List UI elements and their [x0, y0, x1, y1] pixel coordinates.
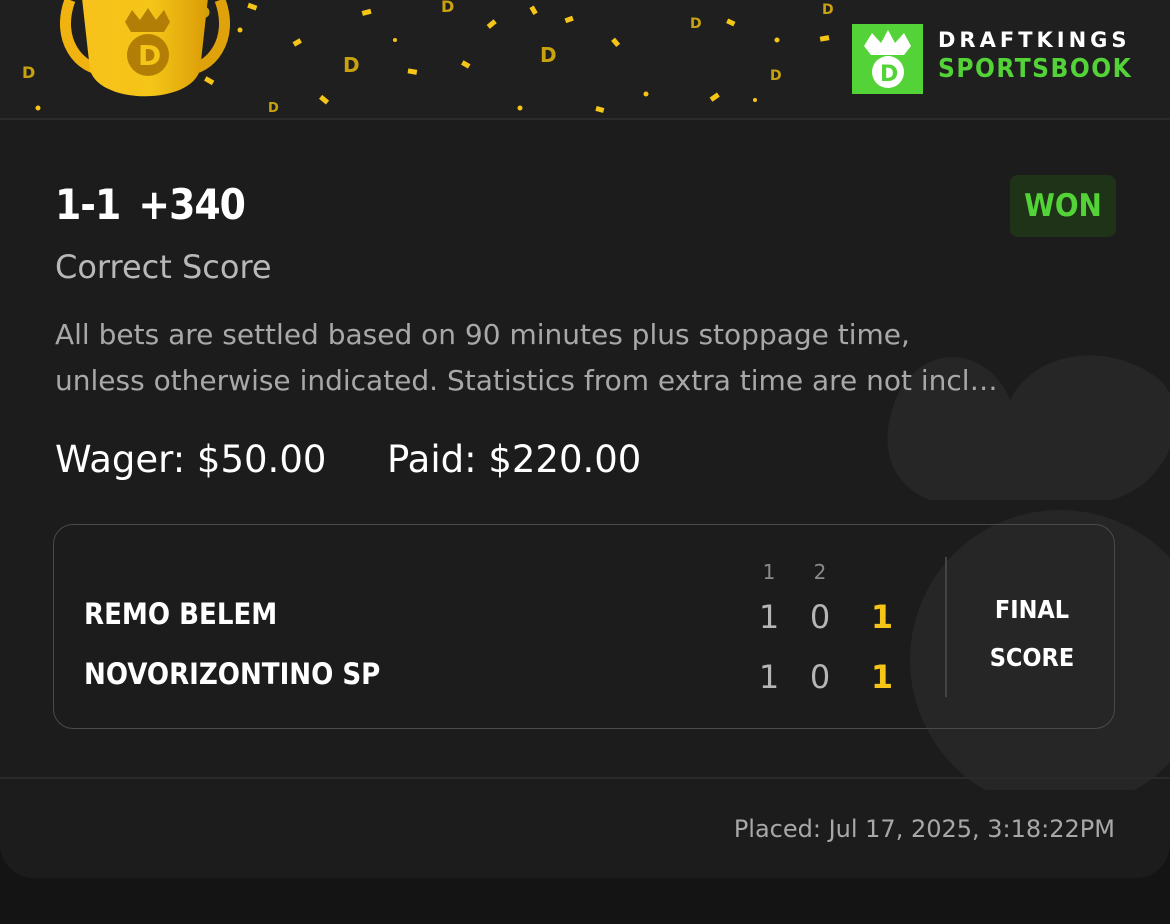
trophy-icon: D: [60, 0, 230, 97]
paid-amount: Paid: $220.00: [387, 438, 642, 481]
svg-text:D: D: [690, 16, 702, 32]
team-name-home: REMO BELEM: [84, 597, 278, 631]
draftkings-crown-d-icon: D: [852, 24, 923, 94]
svg-text:D: D: [343, 53, 360, 77]
svg-text:D: D: [268, 101, 279, 116]
home-period-2-score: 0: [809, 598, 831, 636]
final-score-label: FINAL SCORE: [965, 586, 1099, 682]
score-label: SCORE: [989, 643, 1075, 672]
svg-text:D: D: [138, 39, 161, 72]
svg-text:D: D: [770, 68, 782, 84]
away-period-2-score: 0: [809, 658, 831, 696]
settlement-rules-line2: unless otherwise indicated. Statistics f…: [55, 364, 998, 397]
home-total-score: 1: [870, 598, 894, 636]
settlement-rules[interactable]: All bets are settled based on 90 minutes…: [55, 312, 1135, 404]
footer-divider: [0, 777, 1170, 779]
svg-text:D: D: [880, 62, 898, 87]
svg-text:D: D: [540, 43, 557, 67]
scoreboard-divider: [945, 557, 947, 697]
wager-amount: Wager: $50.00: [55, 438, 327, 481]
final-label: FINAL: [994, 595, 1070, 624]
svg-text:D: D: [441, 0, 454, 16]
away-total-score: 1: [870, 658, 894, 696]
away-period-1-score: 1: [758, 658, 780, 696]
banner-divider: [0, 118, 1170, 120]
placed-timestamp: Placed: Jul 17, 2025, 3:18:22PM: [733, 815, 1115, 843]
period-header-2: 2: [813, 560, 827, 584]
svg-text:D: D: [22, 63, 35, 82]
market-type: Correct Score: [55, 248, 272, 286]
settlement-rules-line1: All bets are settled based on 90 minutes…: [55, 318, 910, 351]
status-badge: WON: [1010, 175, 1116, 237]
svg-text:D: D: [822, 2, 834, 18]
celebration-banner: D D D D D D D D D D DRAFTKINGS SPORTSBOO…: [0, 0, 1170, 118]
period-header-1: 1: [762, 560, 776, 584]
bet-card: D D D D D D D D D D DRAFTKINGS SPORTSBOO…: [0, 0, 1170, 878]
bet-odds: 1-1 +340: [55, 180, 246, 229]
team-name-away: NOVORIZONTINO SP: [84, 657, 381, 691]
home-period-1-score: 1: [758, 598, 780, 636]
brand-name: DRAFTKINGS: [938, 28, 1131, 52]
brand-subtitle: SPORTSBOOK: [938, 54, 1133, 84]
